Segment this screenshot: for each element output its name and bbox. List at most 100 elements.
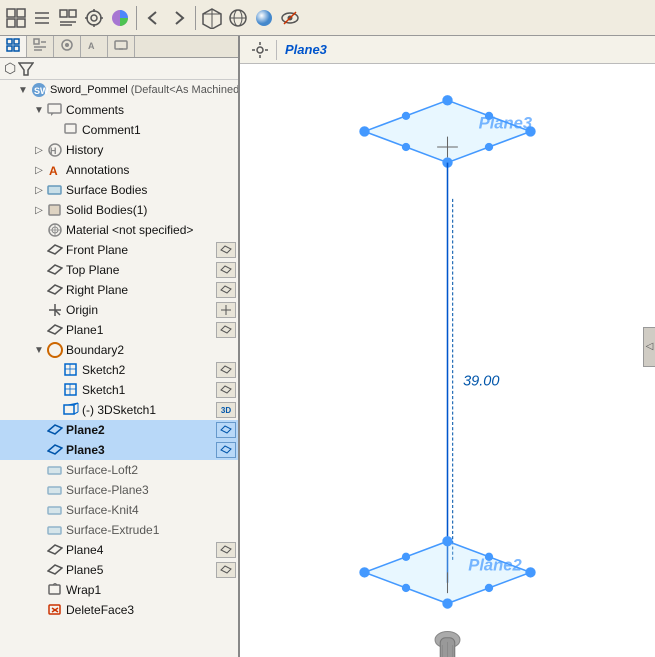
material-label: Material <not specified> bbox=[66, 223, 238, 237]
icon-3d-box[interactable] bbox=[200, 6, 224, 30]
surface-extrude1-label: Surface-Extrude1 bbox=[66, 523, 238, 537]
tree-item-plane2[interactable]: ▷ Plane2 bbox=[0, 420, 238, 440]
icon-back[interactable] bbox=[141, 6, 165, 30]
header-divider bbox=[276, 40, 277, 60]
sketch2-action[interactable] bbox=[216, 362, 236, 378]
origin-action[interactable] bbox=[216, 302, 236, 318]
toolbar-divider-2 bbox=[195, 6, 196, 30]
expand-solid-bodies[interactable]: ▷ bbox=[32, 205, 46, 216]
expand-boundary2[interactable]: ▼ bbox=[32, 345, 46, 356]
3dsketch1-action[interactable]: 3D bbox=[216, 402, 236, 418]
right-plane-action[interactable] bbox=[216, 282, 236, 298]
pan-icon[interactable] bbox=[248, 38, 272, 62]
collapse-handle[interactable]: ◁ bbox=[643, 327, 655, 367]
plane2-action[interactable] bbox=[216, 422, 236, 438]
toolbar-divider-1 bbox=[136, 6, 137, 30]
tree-item-surface-plane3[interactable]: ▷ Surface-Plane3 bbox=[0, 480, 238, 500]
icon-feature-tree[interactable] bbox=[4, 6, 28, 30]
tree-item-surface-bodies[interactable]: ▷ Surface Bodies bbox=[0, 180, 238, 200]
tree-item-front-plane[interactable]: ▷ Front Plane bbox=[0, 240, 238, 260]
comments-icon bbox=[46, 101, 64, 119]
surface-plane3-label: Surface-Plane3 bbox=[66, 483, 238, 497]
annotations-label: Annotations bbox=[66, 163, 238, 177]
tree-item-3dsketch1[interactable]: ▷ (-) 3DSketch1 3D bbox=[0, 400, 238, 420]
plane5-label: Plane5 bbox=[66, 563, 216, 577]
front-plane-action[interactable] bbox=[216, 242, 236, 258]
tree-item-root[interactable]: ▼ SW Sword_Pommel (Default<As Machined> bbox=[0, 80, 238, 100]
icon-target[interactable] bbox=[82, 6, 106, 30]
solid-bodies-label: Solid Bodies(1) bbox=[66, 203, 238, 217]
tree-item-origin[interactable]: ▷ Origin bbox=[0, 300, 238, 320]
expand-annotations[interactable]: ▷ bbox=[32, 165, 46, 176]
tree-item-sketch2[interactable]: ▷ Sketch2 bbox=[0, 360, 238, 380]
icon-sphere[interactable] bbox=[226, 6, 250, 30]
plane1-action[interactable] bbox=[216, 322, 236, 338]
expand-comments[interactable]: ▼ bbox=[32, 105, 46, 116]
origin-label: Origin bbox=[66, 303, 216, 317]
expand-plane1: ▷ bbox=[32, 325, 46, 336]
expand-surface-bodies[interactable]: ▷ bbox=[32, 185, 46, 196]
top-plane-icon bbox=[46, 261, 64, 279]
plane5-action[interactable] bbox=[216, 562, 236, 578]
tree-item-history[interactable]: ▷ H History bbox=[0, 140, 238, 160]
tree-item-comments[interactable]: ▼ Comments bbox=[0, 100, 238, 120]
viewport-header: Plane3 bbox=[240, 36, 655, 64]
tree-item-right-plane[interactable]: ▷ Right Plane bbox=[0, 280, 238, 300]
tree-item-surface-loft2[interactable]: ▷ Surface-Loft2 bbox=[0, 460, 238, 480]
icon-list[interactable] bbox=[30, 6, 54, 30]
expand-comment1: ▷ bbox=[48, 125, 62, 136]
tree-item-plane1[interactable]: ▷ Plane1 bbox=[0, 320, 238, 340]
tree-item-deleteface3[interactable]: ▷ DeleteFace3 bbox=[0, 600, 238, 620]
svg-text:SW: SW bbox=[34, 86, 48, 96]
expand-history[interactable]: ▷ bbox=[32, 145, 46, 156]
tab-property-manager[interactable] bbox=[27, 36, 54, 57]
expand-sketch2: ▷ bbox=[48, 365, 62, 376]
expand-top-plane: ▷ bbox=[32, 265, 46, 276]
expand-icon[interactable]: ▼ bbox=[16, 85, 30, 96]
sketch1-action[interactable] bbox=[216, 382, 236, 398]
3dsketch1-icon bbox=[62, 401, 80, 419]
tree-item-comment1[interactable]: ▷ Comment1 bbox=[0, 120, 238, 140]
comments-label: Comments bbox=[66, 103, 238, 117]
tree-item-annotations[interactable]: ▷ A Annotations bbox=[0, 160, 238, 180]
tree-item-material[interactable]: ▷ Material <not specified> bbox=[0, 220, 238, 240]
tree-item-wrap1[interactable]: ▷ Wrap1 bbox=[0, 580, 238, 600]
tab-display-manager[interactable] bbox=[108, 36, 135, 57]
tree-tabs: A bbox=[0, 36, 238, 58]
icon-pie[interactable] bbox=[108, 6, 132, 30]
surface-plane3-icon bbox=[46, 481, 64, 499]
expand-surface-extrude1: ▷ bbox=[32, 525, 46, 536]
tree-item-solid-bodies[interactable]: ▷ Solid Bodies(1) bbox=[0, 200, 238, 220]
plane2-icon bbox=[46, 421, 64, 439]
expand-wrap1: ▷ bbox=[32, 585, 46, 596]
tree-item-surface-knit4[interactable]: ▷ Surface-Knit4 bbox=[0, 500, 238, 520]
tree-item-plane3[interactable]: ▷ Plane3 bbox=[0, 440, 238, 460]
tab-feature-manager[interactable] bbox=[0, 36, 27, 57]
tree-item-sketch1[interactable]: ▷ Sketch1 bbox=[0, 380, 238, 400]
root-label: Sword_Pommel (Default<As Machined> bbox=[50, 84, 238, 96]
sketch1-label: Sketch1 bbox=[82, 383, 216, 397]
icon-property[interactable] bbox=[56, 6, 80, 30]
tab-dimxpert[interactable]: A bbox=[81, 36, 108, 57]
tree-item-boundary2[interactable]: ▼ Boundary2 bbox=[0, 340, 238, 360]
filter-bar: ⬡ bbox=[0, 58, 238, 80]
tree-item-plane4[interactable]: ▷ Plane4 bbox=[0, 540, 238, 560]
feature-tree-content[interactable]: ▼ SW Sword_Pommel (Default<As Machined> … bbox=[0, 80, 238, 657]
expand-sketch1: ▷ bbox=[48, 385, 62, 396]
plane1-icon bbox=[46, 321, 64, 339]
surface-knit4-label: Surface-Knit4 bbox=[66, 503, 238, 517]
expand-3dsketch1: ▷ bbox=[48, 405, 62, 416]
plane4-action[interactable] bbox=[216, 542, 236, 558]
expand-surface-knit4: ▷ bbox=[32, 505, 46, 516]
top-plane-action[interactable] bbox=[216, 262, 236, 278]
surface-bodies-icon bbox=[46, 181, 64, 199]
tree-item-plane5[interactable]: ▷ Plane5 bbox=[0, 560, 238, 580]
tree-item-top-plane[interactable]: ▷ Top Plane bbox=[0, 260, 238, 280]
icon-forward[interactable] bbox=[167, 6, 191, 30]
plane3-action[interactable] bbox=[216, 442, 236, 458]
icon-color-sphere[interactable] bbox=[252, 6, 276, 30]
tree-item-surface-extrude1[interactable]: ▷ Surface-Extrude1 bbox=[0, 520, 238, 540]
expand-surface-plane3: ▷ bbox=[32, 485, 46, 496]
tab-configuration-manager[interactable] bbox=[54, 36, 81, 57]
icon-eye[interactable] bbox=[278, 6, 302, 30]
